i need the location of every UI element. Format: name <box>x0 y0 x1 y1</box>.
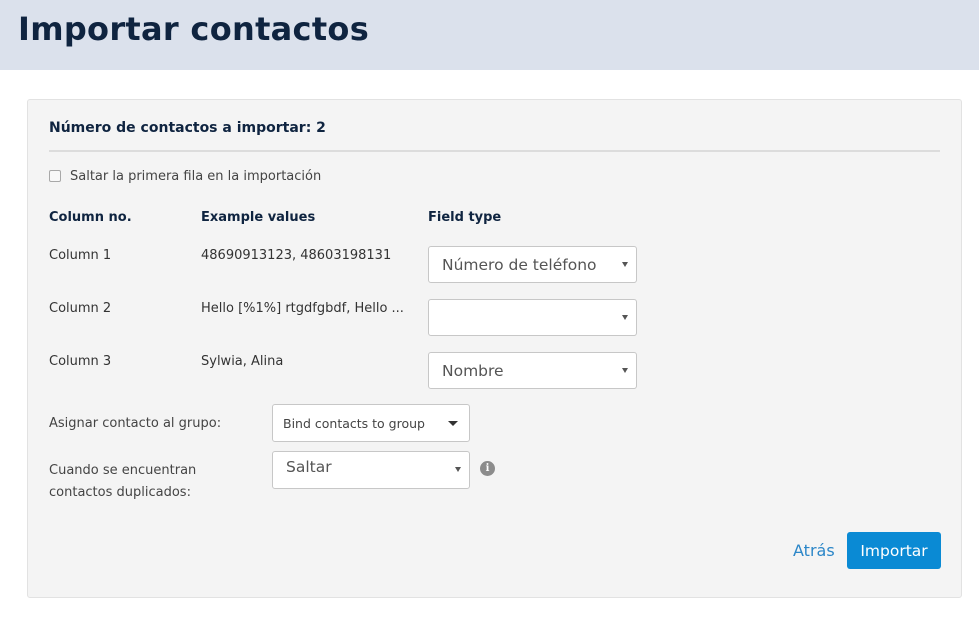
column-number: Column 2 <box>49 301 112 316</box>
column-number: Column 1 <box>49 248 112 263</box>
field-type-value: Nombre <box>442 361 504 380</box>
field-type-select[interactable]: Número de teléfono <box>428 246 637 283</box>
column-header-examples: Example values <box>201 210 316 225</box>
field-type-value: Número de teléfono <box>442 255 597 274</box>
import-panel: Número de contactos a importar: 2 Saltar… <box>27 99 962 598</box>
duplicates-label: Cuando se encuentran contactos duplicado… <box>49 460 196 504</box>
duplicates-label-line2: contactos duplicados: <box>49 485 191 500</box>
column-header-field-type: Field type <box>428 210 502 225</box>
divider <box>49 150 940 152</box>
chevron-down-icon <box>622 315 628 320</box>
info-icon[interactable]: i <box>480 461 495 476</box>
group-label: Asignar contacto al grupo: <box>49 416 222 431</box>
column-number: Column 3 <box>49 354 112 369</box>
example-values: Hello [%1%] rtgdfgbdf, Hello ... <box>201 301 404 316</box>
duplicates-select-value: Saltar <box>286 458 332 476</box>
chevron-down-icon <box>455 467 461 472</box>
page-title: Importar contactos <box>18 10 370 48</box>
skip-first-row-checkbox[interactable] <box>49 170 61 182</box>
caret-down-icon <box>448 420 458 426</box>
contacts-count-title: Número de contactos a importar: 2 <box>49 120 326 136</box>
example-values: Sylwia, Alina <box>201 354 284 369</box>
import-button[interactable]: Importar <box>847 532 941 569</box>
skip-first-row-label: Saltar la primera fila en la importación <box>70 168 322 184</box>
duplicates-label-line1: Cuando se encuentran <box>49 463 197 478</box>
chevron-down-icon <box>622 262 628 267</box>
column-header-number: Column no. <box>49 210 132 225</box>
example-values: 48690913123, 48603198131 <box>201 248 392 263</box>
group-select-placeholder: Bind contacts to group <box>283 415 425 431</box>
group-select[interactable]: Bind contacts to group <box>272 404 470 442</box>
chevron-down-icon <box>622 368 628 373</box>
field-type-select[interactable] <box>428 299 637 336</box>
field-type-select[interactable]: Nombre <box>428 352 637 389</box>
page-header: Importar contactos <box>0 0 979 70</box>
skip-first-row-option[interactable]: Saltar la primera fila en la importación <box>49 167 321 185</box>
duplicates-select[interactable]: Saltar <box>272 451 470 489</box>
back-link[interactable]: Atrás <box>793 541 835 560</box>
